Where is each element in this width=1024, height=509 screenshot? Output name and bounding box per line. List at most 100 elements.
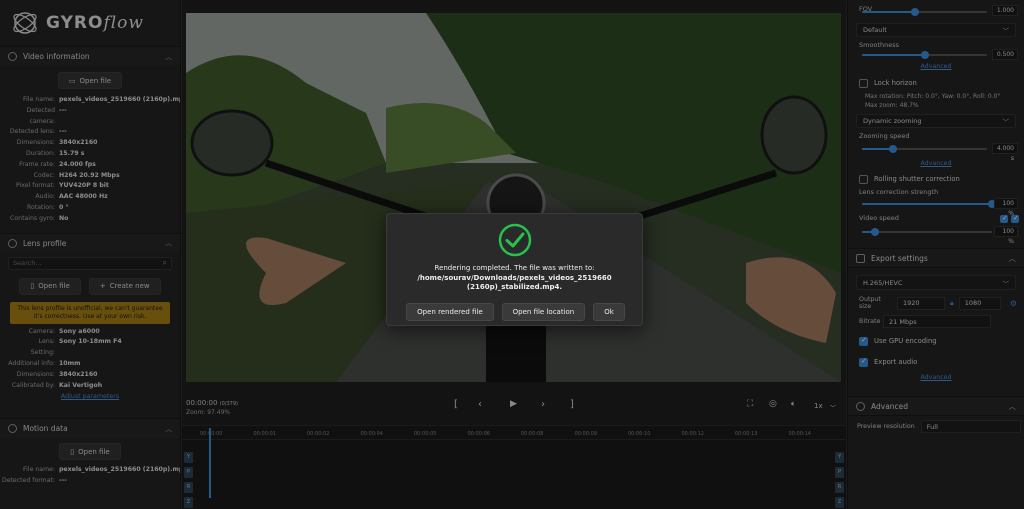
checkbox-icon bbox=[859, 336, 868, 346]
rolling-shutter-checkbox[interactable]: Rolling shutter correction bbox=[848, 172, 1024, 186]
fit-icon[interactable]: ⛶ bbox=[747, 399, 753, 409]
timeline-tick: 00:00:01 bbox=[253, 431, 276, 437]
smoothness-label: Smoothness bbox=[859, 41, 899, 49]
info-row: Detected format: --- bbox=[0, 476, 180, 487]
logo: GYROflow bbox=[0, 0, 180, 46]
play-icon[interactable]: ▶ bbox=[510, 399, 517, 409]
open-video-button[interactable]: ▭ Open file bbox=[57, 72, 123, 89]
info-value: YUV420P 8 bit bbox=[59, 182, 109, 190]
section-video-information[interactable]: Video information ︿ bbox=[0, 46, 180, 66]
info-value: Kai Vertigoh bbox=[59, 381, 103, 389]
lens-search-input[interactable]: Search... ⌕ bbox=[8, 256, 172, 270]
chevron-up-icon[interactable]: ︿ bbox=[165, 52, 172, 62]
chevron-down-icon[interactable]: ﹀ bbox=[830, 403, 836, 412]
track-label[interactable]: P bbox=[835, 467, 844, 478]
video-frame-image bbox=[186, 13, 841, 382]
track-label[interactable]: R bbox=[835, 482, 844, 493]
smoothing-method-select[interactable]: Default ﹀ bbox=[856, 23, 1016, 37]
right-panel: FOV 1.000 Default ﹀ Smoothness 0.500 Adva… bbox=[847, 0, 1024, 509]
open-motion-button[interactable]: ▯ Open file bbox=[59, 443, 121, 461]
info-value: 10mm bbox=[59, 359, 81, 367]
playhead[interactable] bbox=[209, 428, 211, 498]
info-key: Duration: bbox=[26, 149, 55, 157]
stabilize-toggle-icon[interactable]: ◎ bbox=[769, 399, 777, 409]
output-height-input[interactable]: 1080 bbox=[958, 296, 1001, 310]
zoom-level: Zoom: 97.49% bbox=[186, 409, 231, 416]
checkbox-icon[interactable] bbox=[1000, 214, 1008, 223]
info-key: Codec: bbox=[33, 171, 55, 179]
smoothness-slider[interactable] bbox=[862, 50, 987, 60]
track-label[interactable]: P bbox=[184, 467, 193, 478]
track-label[interactable]: Z bbox=[835, 497, 844, 508]
video-speed-value[interactable]: 100 % bbox=[994, 226, 1018, 245]
output-width-input[interactable]: 1920 bbox=[897, 296, 945, 310]
bracket-out-icon[interactable]: ] bbox=[570, 399, 574, 410]
info-key: Camera: bbox=[28, 327, 55, 335]
open-lens-button[interactable]: ▯ Open file bbox=[19, 277, 81, 295]
gyroflow-logo-icon bbox=[13, 12, 37, 34]
codec-select[interactable]: H.265/HEVC ﹀ bbox=[856, 275, 1016, 290]
max-zoom-text: Max zoom: 48.7% bbox=[865, 101, 919, 109]
smoothness-value[interactable]: 0.500 bbox=[992, 49, 1018, 60]
track-label[interactable]: Y bbox=[835, 452, 844, 463]
info-row: File name: pexels_videos_2519660 (2160p).… bbox=[0, 95, 180, 106]
zooming-method-select[interactable]: Dynamic zooming ﹀ bbox=[856, 114, 1016, 128]
info-row: File name: pexels_videos_2519660 (2160p).… bbox=[0, 465, 180, 476]
info-value: Sony 10-18mm F4 bbox=[59, 338, 122, 346]
zooming-speed-value[interactable]: 4.000 s bbox=[992, 143, 1018, 162]
zooming-speed-slider[interactable] bbox=[862, 144, 987, 154]
section-advanced[interactable]: Advanced ︿ bbox=[848, 396, 1024, 416]
timeline-ruler[interactable]: 00:00:00 00:00:01 00:00:02 00:00:04 00:00:05… bbox=[182, 426, 846, 440]
playback-speed[interactable]: 1x bbox=[814, 402, 823, 410]
track-label[interactable]: Z bbox=[184, 497, 193, 508]
max-rotation-text: Max rotation: Pitch: 0.0°, Yaw: 0.0°, Ro… bbox=[865, 93, 1001, 100]
info-key: Detected camera: bbox=[26, 106, 55, 125]
section-lens-profile[interactable]: Lens profile ︿ bbox=[0, 232, 180, 253]
step-back-icon[interactable]: ‹ bbox=[478, 399, 482, 410]
export-icon bbox=[856, 253, 865, 263]
advanced-link[interactable]: Advanced bbox=[848, 374, 1024, 381]
info-key: Pixel format: bbox=[15, 182, 55, 190]
video-speed-slider[interactable] bbox=[862, 227, 992, 237]
search-icon: ⌕ bbox=[162, 258, 167, 268]
lens-strength-slider[interactable] bbox=[862, 199, 996, 209]
create-new-lens-button[interactable]: + Create new bbox=[88, 277, 161, 295]
lens-strength-value[interactable]: 100 % bbox=[994, 198, 1018, 217]
fov-value[interactable]: 1.000 bbox=[992, 5, 1018, 16]
advanced-link[interactable]: Advanced bbox=[848, 160, 1024, 167]
fov-slider[interactable] bbox=[862, 7, 987, 17]
gear-icon bbox=[856, 401, 865, 411]
lock-icon[interactable]: 🔒︎ bbox=[950, 299, 954, 308]
lock-horizon-checkbox[interactable]: Lock horizon bbox=[848, 76, 1024, 90]
timeline-tick: 00:00:12 bbox=[681, 431, 704, 437]
info-value: 15.79 s bbox=[59, 149, 85, 157]
timeline[interactable]: 00:00:00 00:00:01 00:00:02 00:00:04 00:00:05… bbox=[182, 425, 846, 509]
step-forward-icon[interactable]: › bbox=[541, 399, 545, 410]
open-rendered-file-button[interactable]: Open rendered file bbox=[406, 303, 494, 321]
export-audio-checkbox[interactable]: Export audio bbox=[848, 355, 1024, 369]
adjust-parameters-link[interactable]: Adjust parameters bbox=[0, 393, 180, 400]
open-file-location-button[interactable]: Open file location bbox=[501, 303, 586, 321]
chevron-up-icon[interactable]: ︿ bbox=[165, 238, 172, 248]
bracket-in-icon[interactable]: [ bbox=[454, 399, 458, 410]
gpu-encoding-checkbox[interactable]: Use GPU encoding bbox=[848, 334, 1024, 348]
advanced-link[interactable]: Advanced bbox=[848, 63, 1024, 70]
audio-icon[interactable]: 🔈︎ bbox=[791, 399, 796, 409]
video-preview[interactable] bbox=[186, 13, 841, 382]
track-label[interactable]: R bbox=[184, 482, 193, 493]
info-value: --- bbox=[59, 106, 67, 114]
info-key: Additional info: bbox=[8, 359, 55, 367]
success-check-icon bbox=[498, 223, 532, 257]
ok-button[interactable]: Ok bbox=[593, 303, 625, 321]
section-motion-data[interactable]: Motion data ︿ bbox=[0, 418, 180, 439]
checkbox-icon[interactable] bbox=[1011, 214, 1019, 223]
chevron-up-icon[interactable]: ︿ bbox=[165, 424, 172, 434]
track-label[interactable]: Y bbox=[184, 452, 193, 463]
bitrate-input[interactable]: 21 Mbps bbox=[883, 315, 991, 328]
section-export-settings[interactable]: Export settings ︿ bbox=[848, 248, 1024, 268]
info-value: --- bbox=[59, 128, 67, 136]
settings-icon[interactable]: ⚙ bbox=[1010, 299, 1017, 308]
preview-resolution-select[interactable]: Full bbox=[920, 420, 1021, 433]
lens-icon bbox=[8, 238, 17, 248]
bitrate-label: Bitrate bbox=[859, 318, 881, 325]
